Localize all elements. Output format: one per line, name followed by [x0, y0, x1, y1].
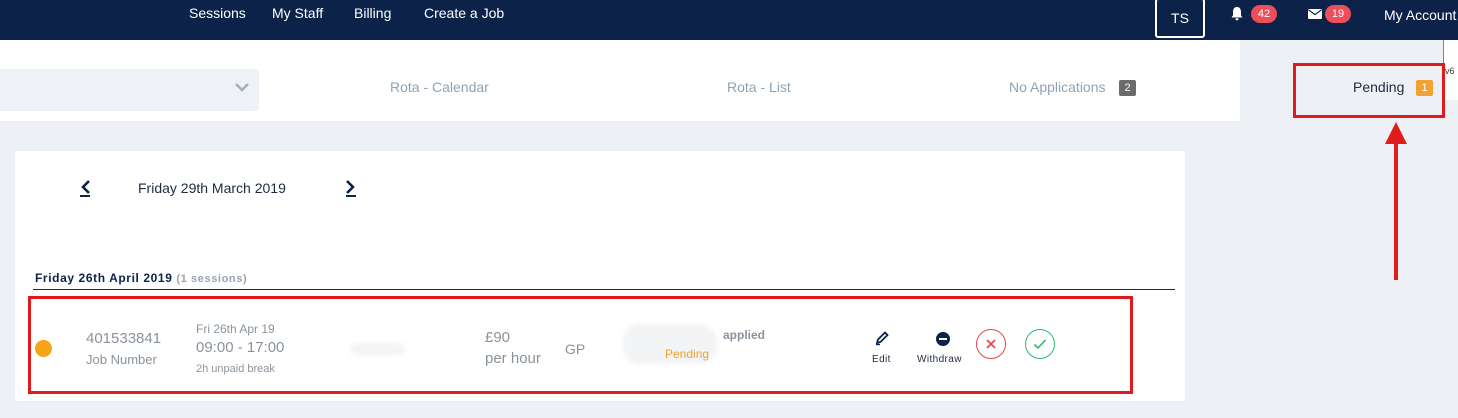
- nav-link-create-job[interactable]: Create a Job: [424, 5, 504, 21]
- user-avatar-button[interactable]: TS: [1155, 0, 1205, 38]
- section-session-count: (1 sessions): [176, 273, 248, 285]
- tab-rota-calendar[interactable]: Rota - Calendar: [390, 79, 489, 95]
- annotation-pending-box: [1293, 63, 1445, 118]
- chevron-left-icon[interactable]: [79, 179, 93, 197]
- nav-link-sessions[interactable]: Sessions: [189, 5, 246, 21]
- my-account-menu[interactable]: My Account: [1384, 7, 1456, 23]
- nav-link-billing[interactable]: Billing: [354, 5, 391, 21]
- no-applications-count-badge: 2: [1119, 80, 1136, 96]
- messages-count-badge: 19: [1325, 5, 1351, 23]
- current-date-label: Friday 29th March 2019: [138, 180, 286, 196]
- section-date: Friday 26th April 2019: [35, 271, 173, 285]
- tab-rota-list[interactable]: Rota - List: [727, 79, 791, 95]
- chevron-right-icon[interactable]: [343, 179, 357, 197]
- edge-widget[interactable]: v6: [1443, 40, 1458, 100]
- annotation-arrow-icon: [1385, 122, 1407, 280]
- top-nav: Sessions My Staff Billing Create a Job T…: [0, 0, 1458, 40]
- chevron-down-icon[interactable]: [234, 80, 250, 94]
- view-select[interactable]: [0, 69, 259, 111]
- annotation-row-box: [28, 296, 1133, 394]
- nav-link-my-staff[interactable]: My Staff: [272, 5, 323, 21]
- envelope-icon[interactable]: [1307, 6, 1323, 22]
- notifications-count-badge: 42: [1251, 5, 1277, 23]
- tab-no-applications[interactable]: No Applications: [1009, 79, 1106, 95]
- section-divider: [33, 289, 1175, 290]
- bell-icon[interactable]: [1229, 6, 1245, 22]
- section-heading: Friday 26th April 2019 (1 sessions): [35, 271, 247, 285]
